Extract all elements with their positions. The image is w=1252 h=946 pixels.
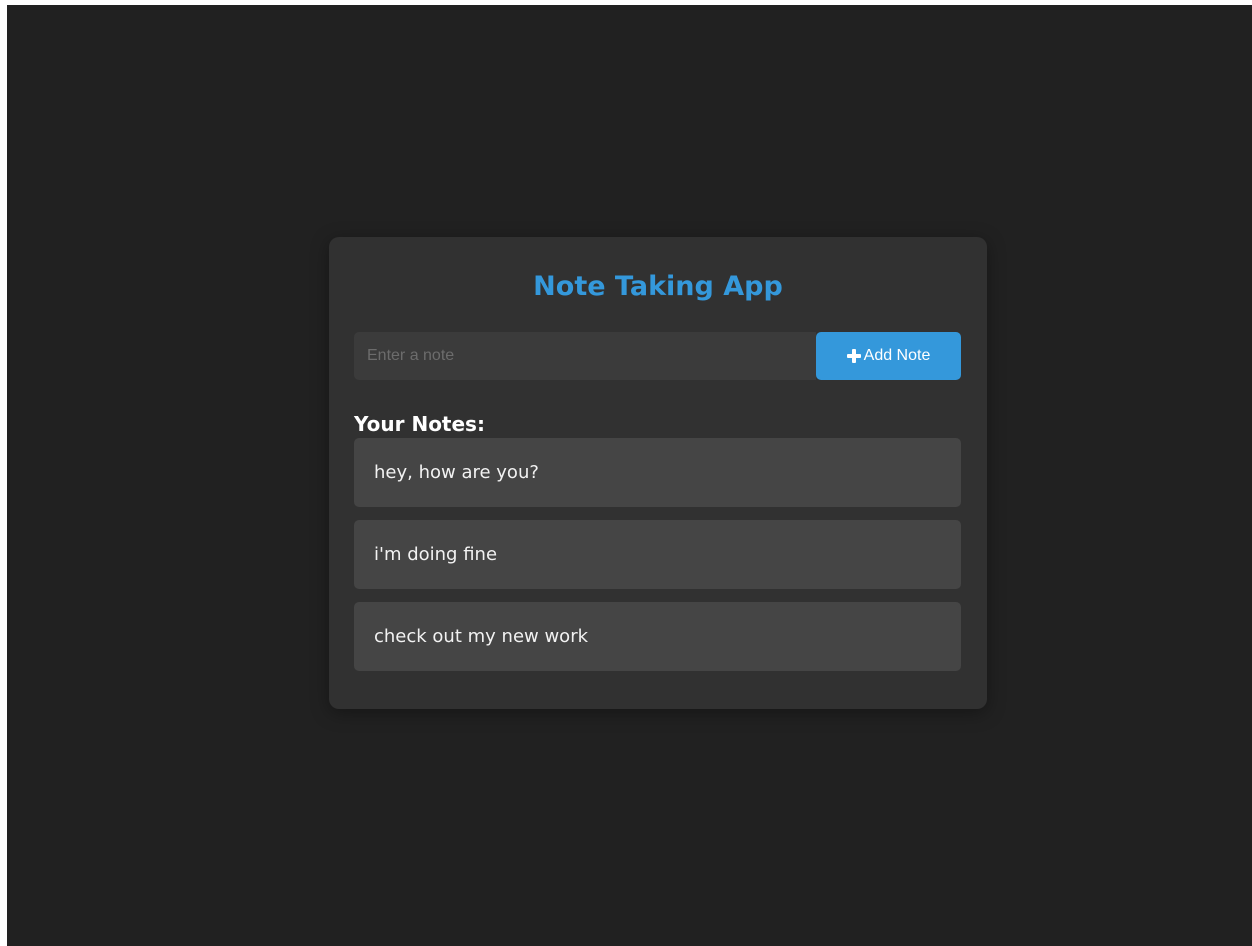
notes-card: Note Taking App Add Note Your Notes: hey… [329,237,987,709]
add-note-form: Add Note [354,332,961,380]
add-note-button-label: Add Note [863,347,931,364]
add-note-button[interactable]: Add Note [816,332,961,380]
page-background: Note Taking App Add Note Your Notes: hey… [7,5,1252,946]
note-text: check out my new work [374,626,589,647]
note-input[interactable] [354,332,816,380]
app-title: Note Taking App [533,271,783,302]
note-text: hey, how are you? [374,462,539,483]
notes-list: hey, how are you? i'm doing fine check o… [354,438,961,684]
note-item[interactable]: check out my new work [354,602,961,671]
note-item[interactable]: hey, how are you? [354,438,961,507]
note-item[interactable]: i'm doing fine [354,520,961,589]
note-text: i'm doing fine [374,544,498,565]
notes-heading: Your Notes: [354,412,485,436]
plus-icon [846,349,861,363]
